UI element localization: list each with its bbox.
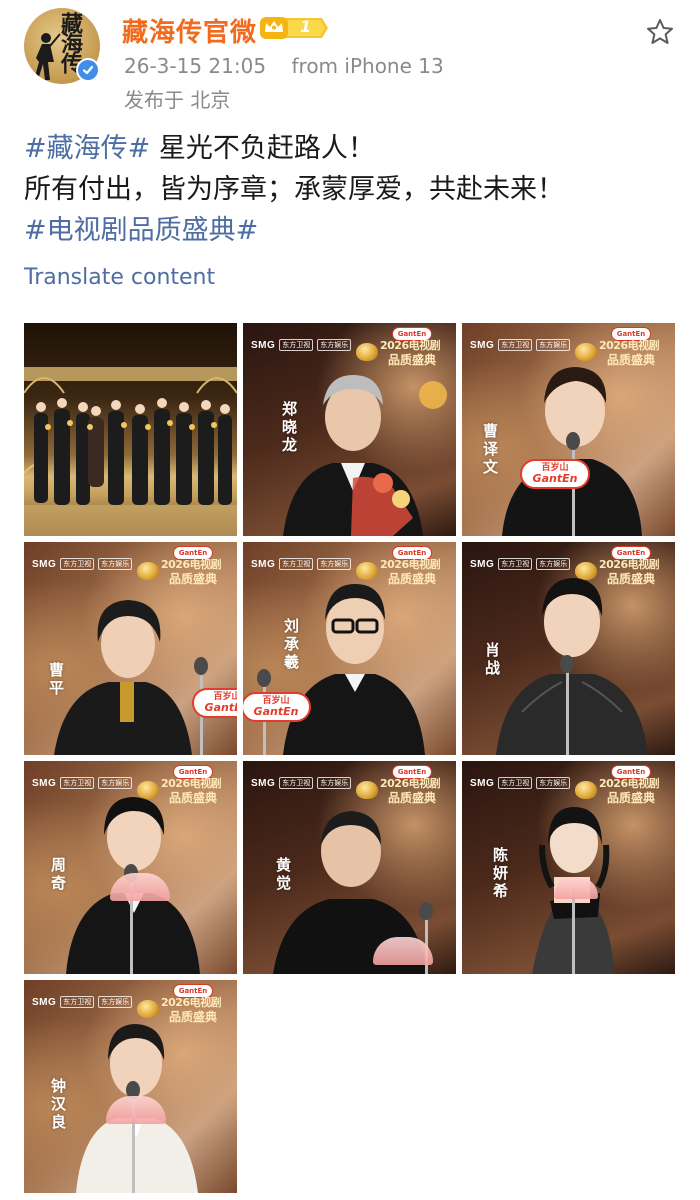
content-line-2: 所有付出，皆为序章；承蒙厚爱，共赴未来！ [24,174,564,205]
image-tile[interactable]: SMG 东方卫视 东方娱乐 GantEn 2026电视剧 品质盛典 刘承羲 百岁… [243,542,456,755]
image-tile[interactable]: SMG 东方卫视 东方娱乐 GantEn 2026电视剧 品质盛典 曹译文 百岁… [462,323,675,536]
favorite-button[interactable] [644,16,676,48]
verified-badge [76,58,100,82]
sponsor-sign: 百岁山 GantEn [520,459,590,489]
post-time: 26-3-15 21:05 [124,54,267,78]
image-tile[interactable]: SMG 东方卫视 东方娱乐 GantEn 2026电视剧 品质盛典 陈妍希 [462,761,675,974]
person-illustration [532,807,614,974]
hashtag-cang-hai-zhuan[interactable]: #藏海传# [24,133,150,164]
group-photo-illustration [24,367,237,536]
image-tile[interactable]: SMG 东方卫视 东方娱乐 GantEn 2026电视剧 品质盛典 肖战 [462,542,675,755]
vip-crown-icon [260,17,328,39]
image-tile[interactable]: SMG 东方卫视 东方娱乐 GantEn 2026电视剧 品质盛典 郑晓龙 [243,323,456,536]
post-location: 发布于 北京 [124,88,231,112]
content-text-1: 星光不负赶路人！ [150,133,375,164]
content-line-3: #电视剧品质盛典# [24,210,674,251]
translate-link[interactable]: Translate content [24,265,215,290]
person-illustration [502,367,642,536]
image-tile[interactable]: SMG 东方卫视 东方娱乐 GantEn 2026电视剧 品质盛典 曹平 百岁山 [24,542,237,755]
content-line-1: #藏海传# 星光不负赶路人！ [24,128,674,169]
image-tile[interactable]: SMG 东方卫视 东方娱乐 GantEn 2026电视剧 品质盛典 周奇 [24,761,237,974]
post-source: from iPhone 13 [291,54,444,78]
weibo-post: 藏海传 藏海传官微 1 26-3-15 21:05 from iPhone 13… [0,0,700,1200]
image-tile[interactable]: SMG 东方卫视 东方娱乐 GantEn 2026电视剧 品质盛典 钟汉良 [24,980,237,1193]
person-illustration [496,578,648,755]
vip-level: 1 [300,17,312,36]
person-illustration [76,1024,198,1193]
post-content: #藏海传# 星光不负赶路人！ 所有付出，皆为序章；承蒙厚爱，共赴未来！ #电视剧… [24,128,674,251]
hashtag-tv-quality-gala[interactable]: #电视剧品质盛典# [24,215,258,246]
star-outline-icon [647,19,673,44]
image-tile[interactable]: SMG 东方卫视 东方娱乐 GantEn 2026电视剧 品质盛典 黄觉 [243,761,456,974]
image-grid: SMG 东方卫视 东方娱乐 GantEn 2026电视剧 品质盛典 郑晓龙 SM… [24,323,676,1193]
verified-check-icon [82,65,94,75]
sponsor-sign: 百岁山 GantEn [192,688,237,718]
person-illustration [283,375,447,536]
sponsor-sign: 百岁山 GantEn [243,692,311,722]
vip-badge[interactable]: 1 [258,14,328,46]
username[interactable]: 藏海传官微 [122,12,257,49]
image-tile-group[interactable] [24,323,237,536]
person-illustration [66,797,200,974]
person-illustration [54,600,208,755]
person-illustration [257,584,425,755]
post-meta: 26-3-15 21:05 from iPhone 13 [124,54,444,78]
